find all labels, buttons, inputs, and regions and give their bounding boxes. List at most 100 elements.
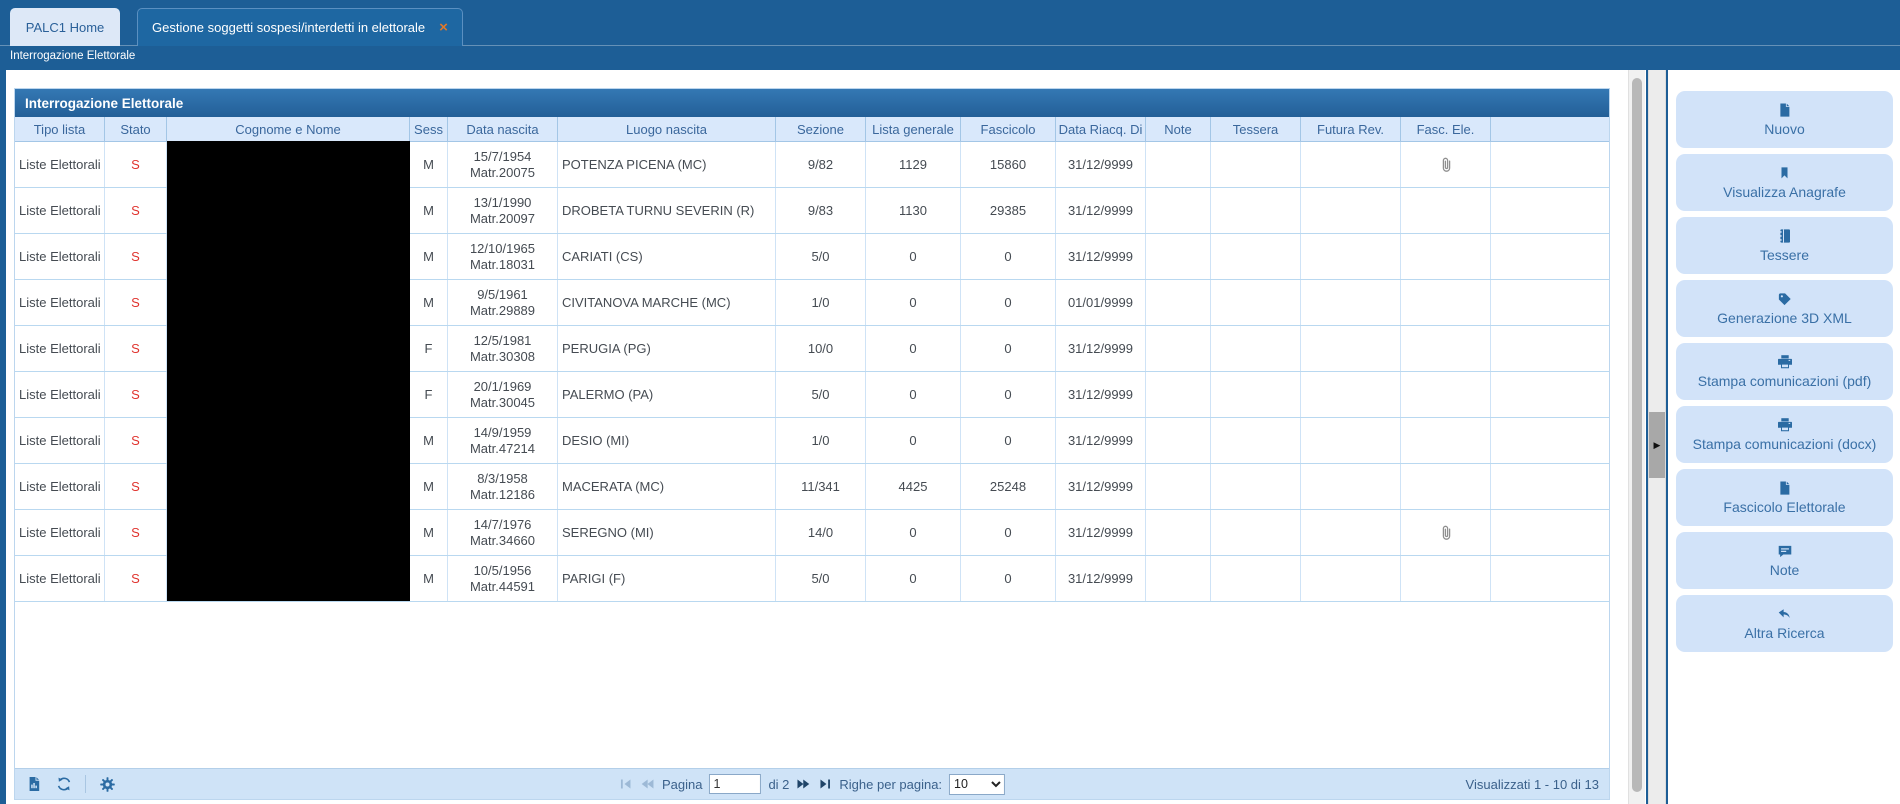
scrollbar-thumb[interactable] (1632, 78, 1642, 792)
cell-tipo-lista: Liste Elettorali (15, 510, 105, 555)
sidebar-button-altra-ricerca[interactable]: Altra Ricerca (1676, 595, 1893, 652)
cell-luogo-nascita: CIVITANOVA MARCHE (MC) (558, 280, 776, 325)
address-book-icon (1777, 228, 1793, 244)
settings-button[interactable] (99, 776, 116, 793)
vertical-scrollbar[interactable] (1628, 70, 1645, 804)
sidebar-button-generazione-3d-xml[interactable]: Generazione 3D XML (1676, 280, 1893, 337)
cell-lista-generale: 0 (866, 556, 961, 601)
last-page-icon (818, 778, 832, 790)
first-page-button[interactable] (619, 778, 633, 790)
collapse-handle[interactable]: ▶ (1649, 412, 1665, 478)
cell-data-nascita: 12/10/1965Matr.18031 (448, 234, 558, 279)
tab-gestione-soggetti[interactable]: Gestione soggetti sospesi/interdetti in … (137, 8, 463, 46)
cell-note (1146, 326, 1211, 371)
rows-per-page-label: Righe per pagina: (839, 777, 942, 792)
cell-sezione: 5/0 (776, 234, 866, 279)
back-arrow-icon (1777, 606, 1792, 622)
printer-icon (1777, 354, 1793, 370)
cell-stato: S (105, 280, 167, 325)
cell-luogo-nascita: PARIGI (F) (558, 556, 776, 601)
cell-stato: S (105, 372, 167, 417)
sidebar-button-tessere[interactable]: Tessere (1676, 217, 1893, 274)
column-header-data-nascita[interactable]: Data nascita (448, 117, 558, 141)
column-header-fasc-ele-[interactable]: Fasc. Ele. (1401, 117, 1491, 141)
paperclip-icon[interactable] (1439, 524, 1453, 542)
cell-note (1146, 556, 1211, 601)
cell-lista-generale: 0 (866, 234, 961, 279)
tag-icon (1777, 291, 1792, 307)
close-tab-icon[interactable]: × (439, 20, 448, 35)
cell-stato: S (105, 234, 167, 279)
column-header-data-riacq-di[interactable]: Data Riacq. Di (1056, 117, 1146, 141)
cell-data-riacq: 31/12/9999 (1056, 234, 1146, 279)
cell-tessera (1211, 510, 1301, 555)
column-header-tessera[interactable]: Tessera (1211, 117, 1301, 141)
cell-futura-rev (1301, 188, 1401, 233)
previous-page-button[interactable] (640, 778, 655, 790)
cell-data-nascita: 13/1/1990Matr.20097 (448, 188, 558, 233)
export-report-button[interactable] (25, 776, 42, 793)
sidebar-button-stampa-comunicazioni-pdf[interactable]: Stampa comunicazioni (pdf) (1676, 343, 1893, 400)
cell-futura-rev (1301, 418, 1401, 463)
column-header-luogo-nascita[interactable]: Luogo nascita (558, 117, 776, 141)
cell-tessera (1211, 372, 1301, 417)
tab-bar: PALC1 Home Gestione soggetti sospesi/int… (10, 8, 463, 46)
cell-note (1146, 142, 1211, 187)
cell-sezione: 14/0 (776, 510, 866, 555)
tab-label: PALC1 Home (26, 20, 105, 35)
next-page-button[interactable] (796, 778, 811, 790)
cell-luogo-nascita: DESIO (MI) (558, 418, 776, 463)
column-header-sess[interactable]: Sess (410, 117, 448, 141)
column-header-futura-rev-[interactable]: Futura Rev. (1301, 117, 1401, 141)
refresh-icon (56, 776, 72, 792)
cell-sesso: M (410, 510, 448, 555)
sidebar-splitter[interactable]: ▶ (1648, 70, 1666, 804)
cell-luogo-nascita: MACERATA (MC) (558, 464, 776, 509)
sidebar-button-visualizza-anagrafe[interactable]: Visualizza Anagrafe (1676, 154, 1893, 211)
column-header-note[interactable]: Note (1146, 117, 1211, 141)
cell-lista-generale: 0 (866, 510, 961, 555)
cell-sezione: 1/0 (776, 280, 866, 325)
cell-fasc-ele (1401, 418, 1491, 463)
cell-fascicolo: 25248 (961, 464, 1056, 509)
sidebar-button-note[interactable]: Note (1676, 532, 1893, 589)
sidebar-button-label: Altra Ricerca (1744, 625, 1824, 641)
tab-palc1-home[interactable]: PALC1 Home (10, 8, 120, 46)
column-header-sezione[interactable]: Sezione (776, 117, 866, 141)
cell-luogo-nascita: SEREGNO (MI) (558, 510, 776, 555)
cell-stato: S (105, 418, 167, 463)
column-header-lista-generale[interactable]: Lista generale (866, 117, 961, 141)
column-header-fascicolo[interactable]: Fascicolo (961, 117, 1056, 141)
cell-futura-rev (1301, 142, 1401, 187)
rows-per-page-select[interactable]: 10 (949, 774, 1005, 795)
cell-data-nascita: 14/9/1959Matr.47214 (448, 418, 558, 463)
column-header-tipo-lista[interactable]: Tipo lista (15, 117, 105, 141)
refresh-button[interactable] (55, 776, 72, 793)
cell-data-riacq: 31/12/9999 (1056, 372, 1146, 417)
cell-data-riacq: 31/12/9999 (1056, 188, 1146, 233)
panel-title: Interrogazione Elettorale (15, 89, 1609, 117)
cell-fascicolo: 0 (961, 556, 1056, 601)
sidebar-button-nuovo[interactable]: Nuovo (1676, 91, 1893, 148)
sidebar-button-stampa-comunicazioni-docx[interactable]: Stampa comunicazioni (docx) (1676, 406, 1893, 463)
cell-note (1146, 280, 1211, 325)
cell-tessera (1211, 326, 1301, 371)
cell-note (1146, 372, 1211, 417)
page-input[interactable] (709, 774, 761, 794)
cell-sezione: 9/82 (776, 142, 866, 187)
sidebar-button-label: Tessere (1760, 247, 1809, 263)
document-icon (1777, 480, 1792, 496)
cell-stato: S (105, 464, 167, 509)
cell-tipo-lista: Liste Elettorali (15, 372, 105, 417)
sidebar-button-fascicolo-elettorale[interactable]: Fascicolo Elettorale (1676, 469, 1893, 526)
last-page-button[interactable] (818, 778, 832, 790)
cell-data-riacq: 31/12/9999 (1056, 418, 1146, 463)
paperclip-icon[interactable] (1439, 156, 1453, 174)
column-header-stato[interactable]: Stato (105, 117, 167, 141)
sidebar-button-label: Nuovo (1764, 121, 1804, 137)
cell-data-nascita: 14/7/1976Matr.34660 (448, 510, 558, 555)
cell-sesso: M (410, 234, 448, 279)
cell-sezione: 5/0 (776, 372, 866, 417)
cell-sezione: 10/0 (776, 326, 866, 371)
column-header-cognome-e-nome[interactable]: Cognome e Nome (167, 117, 410, 141)
